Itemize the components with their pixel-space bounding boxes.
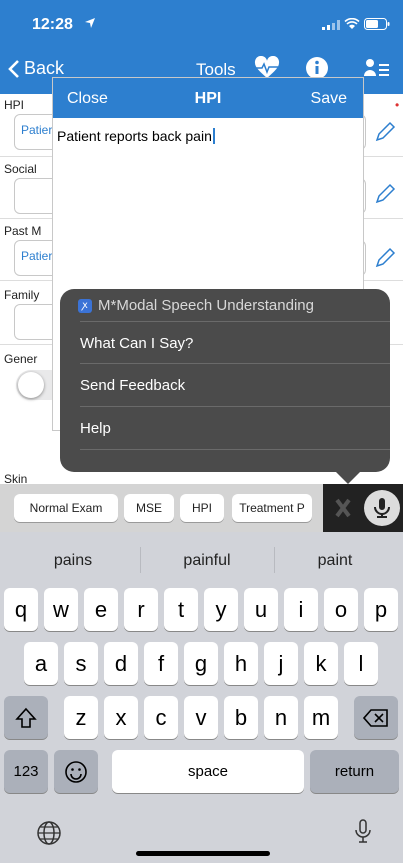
- emoji-icon: [65, 761, 87, 783]
- microphone-button[interactable]: [364, 490, 400, 526]
- text-cursor: [212, 128, 215, 144]
- key-d[interactable]: d: [104, 642, 138, 685]
- microphone-icon: [374, 498, 390, 518]
- mmodal-logo-icon: ꭗ: [78, 298, 92, 313]
- back-button[interactable]: Back: [8, 58, 64, 79]
- speech-menu-title: M*Modal Speech Understanding: [98, 297, 314, 314]
- backspace-icon: [362, 709, 388, 727]
- delete-key[interactable]: [354, 696, 398, 739]
- chip-normal-exam[interactable]: Normal Exam: [14, 494, 118, 522]
- key-x[interactable]: x: [104, 696, 138, 739]
- key-s[interactable]: s: [64, 642, 98, 685]
- speech-menu-popup: ꭗ M*Modal Speech Understanding What Can …: [60, 289, 390, 472]
- key-r[interactable]: r: [124, 588, 158, 631]
- hpi-text: Patient reports back pain: [57, 128, 212, 144]
- key-l[interactable]: l: [344, 642, 378, 685]
- globe-icon[interactable]: [36, 820, 62, 846]
- row-label-family: Family: [4, 288, 40, 302]
- numbers-key[interactable]: 123: [4, 750, 48, 793]
- chevron-left-icon: [8, 59, 19, 78]
- menu-item-send-feedback[interactable]: Send Feedback: [80, 377, 185, 394]
- key-z[interactable]: z: [64, 696, 98, 739]
- key-j[interactable]: j: [264, 642, 298, 685]
- key-m[interactable]: m: [304, 696, 338, 739]
- status-bar: 12:28: [0, 0, 403, 44]
- key-q[interactable]: q: [4, 588, 38, 631]
- back-label: Back: [24, 58, 65, 78]
- chip-mse[interactable]: MSE: [124, 494, 174, 522]
- menu-item-what-can-i-say[interactable]: What Can I Say?: [80, 335, 193, 352]
- key-a[interactable]: a: [24, 642, 58, 685]
- dictation-icon[interactable]: [354, 818, 372, 846]
- emoji-key[interactable]: [54, 750, 98, 793]
- key-w[interactable]: w: [44, 588, 78, 631]
- signal-icon: [322, 20, 340, 30]
- key-b[interactable]: b: [224, 696, 258, 739]
- mmodal-logo-icon[interactable]: [331, 496, 355, 520]
- key-g[interactable]: g: [184, 642, 218, 685]
- key-y[interactable]: y: [204, 588, 238, 631]
- chip-hpi[interactable]: HPI: [180, 494, 224, 522]
- key-h[interactable]: h: [224, 642, 258, 685]
- row-label-past-medical: Past M: [4, 224, 42, 238]
- patient-list-icon[interactable]: [364, 56, 390, 80]
- key-f[interactable]: f: [144, 642, 178, 685]
- save-button[interactable]: Save: [311, 90, 347, 108]
- return-key[interactable]: return: [310, 750, 399, 793]
- popup-arrow: [336, 472, 360, 484]
- key-i[interactable]: i: [284, 588, 318, 631]
- chip-treatment[interactable]: Treatment P: [232, 494, 312, 522]
- key-o[interactable]: o: [324, 588, 358, 631]
- wifi-icon: [344, 18, 360, 29]
- info-icon[interactable]: [304, 56, 330, 80]
- key-e[interactable]: e: [84, 588, 118, 631]
- keyboard: pains painful paint q w e r t y u i o p …: [0, 532, 403, 863]
- required-dot-icon: •: [395, 98, 400, 112]
- battery-icon: [364, 18, 390, 30]
- edit-pencil-icon[interactable]: [373, 246, 397, 270]
- key-c[interactable]: c: [144, 696, 178, 739]
- suggestion-paint[interactable]: paint: [268, 552, 402, 570]
- edit-pencil-icon[interactable]: [373, 182, 397, 206]
- key-u[interactable]: u: [244, 588, 278, 631]
- menu-item-help[interactable]: Help: [80, 420, 111, 437]
- tools-button[interactable]: Tools: [196, 60, 236, 80]
- row-label-general: Gener: [4, 352, 38, 366]
- edit-pencil-icon[interactable]: [373, 120, 397, 144]
- row-label-social: Social: [4, 162, 37, 176]
- suggestion-painful[interactable]: painful: [140, 552, 274, 570]
- shift-key[interactable]: [4, 696, 48, 739]
- status-time: 12:28: [32, 16, 73, 33]
- hpi-text-area[interactable]: Patient reports back pain: [57, 128, 215, 144]
- key-n[interactable]: n: [264, 696, 298, 739]
- space-key[interactable]: space: [112, 750, 304, 793]
- key-v[interactable]: v: [184, 696, 218, 739]
- home-indicator: [136, 851, 270, 856]
- location-arrow-icon: [85, 18, 95, 28]
- heart-monitor-icon[interactable]: [254, 56, 280, 80]
- row-label-hpi: HPI: [4, 98, 25, 112]
- key-k[interactable]: k: [304, 642, 338, 685]
- suggestion-pains[interactable]: pains: [6, 552, 140, 570]
- shift-arrow-icon: [15, 707, 37, 728]
- key-t[interactable]: t: [164, 588, 198, 631]
- modal-header: Close HPI Save: [53, 78, 363, 118]
- speech-menu-header: ꭗ M*Modal Speech Understanding: [78, 297, 314, 314]
- key-p[interactable]: p: [364, 588, 398, 631]
